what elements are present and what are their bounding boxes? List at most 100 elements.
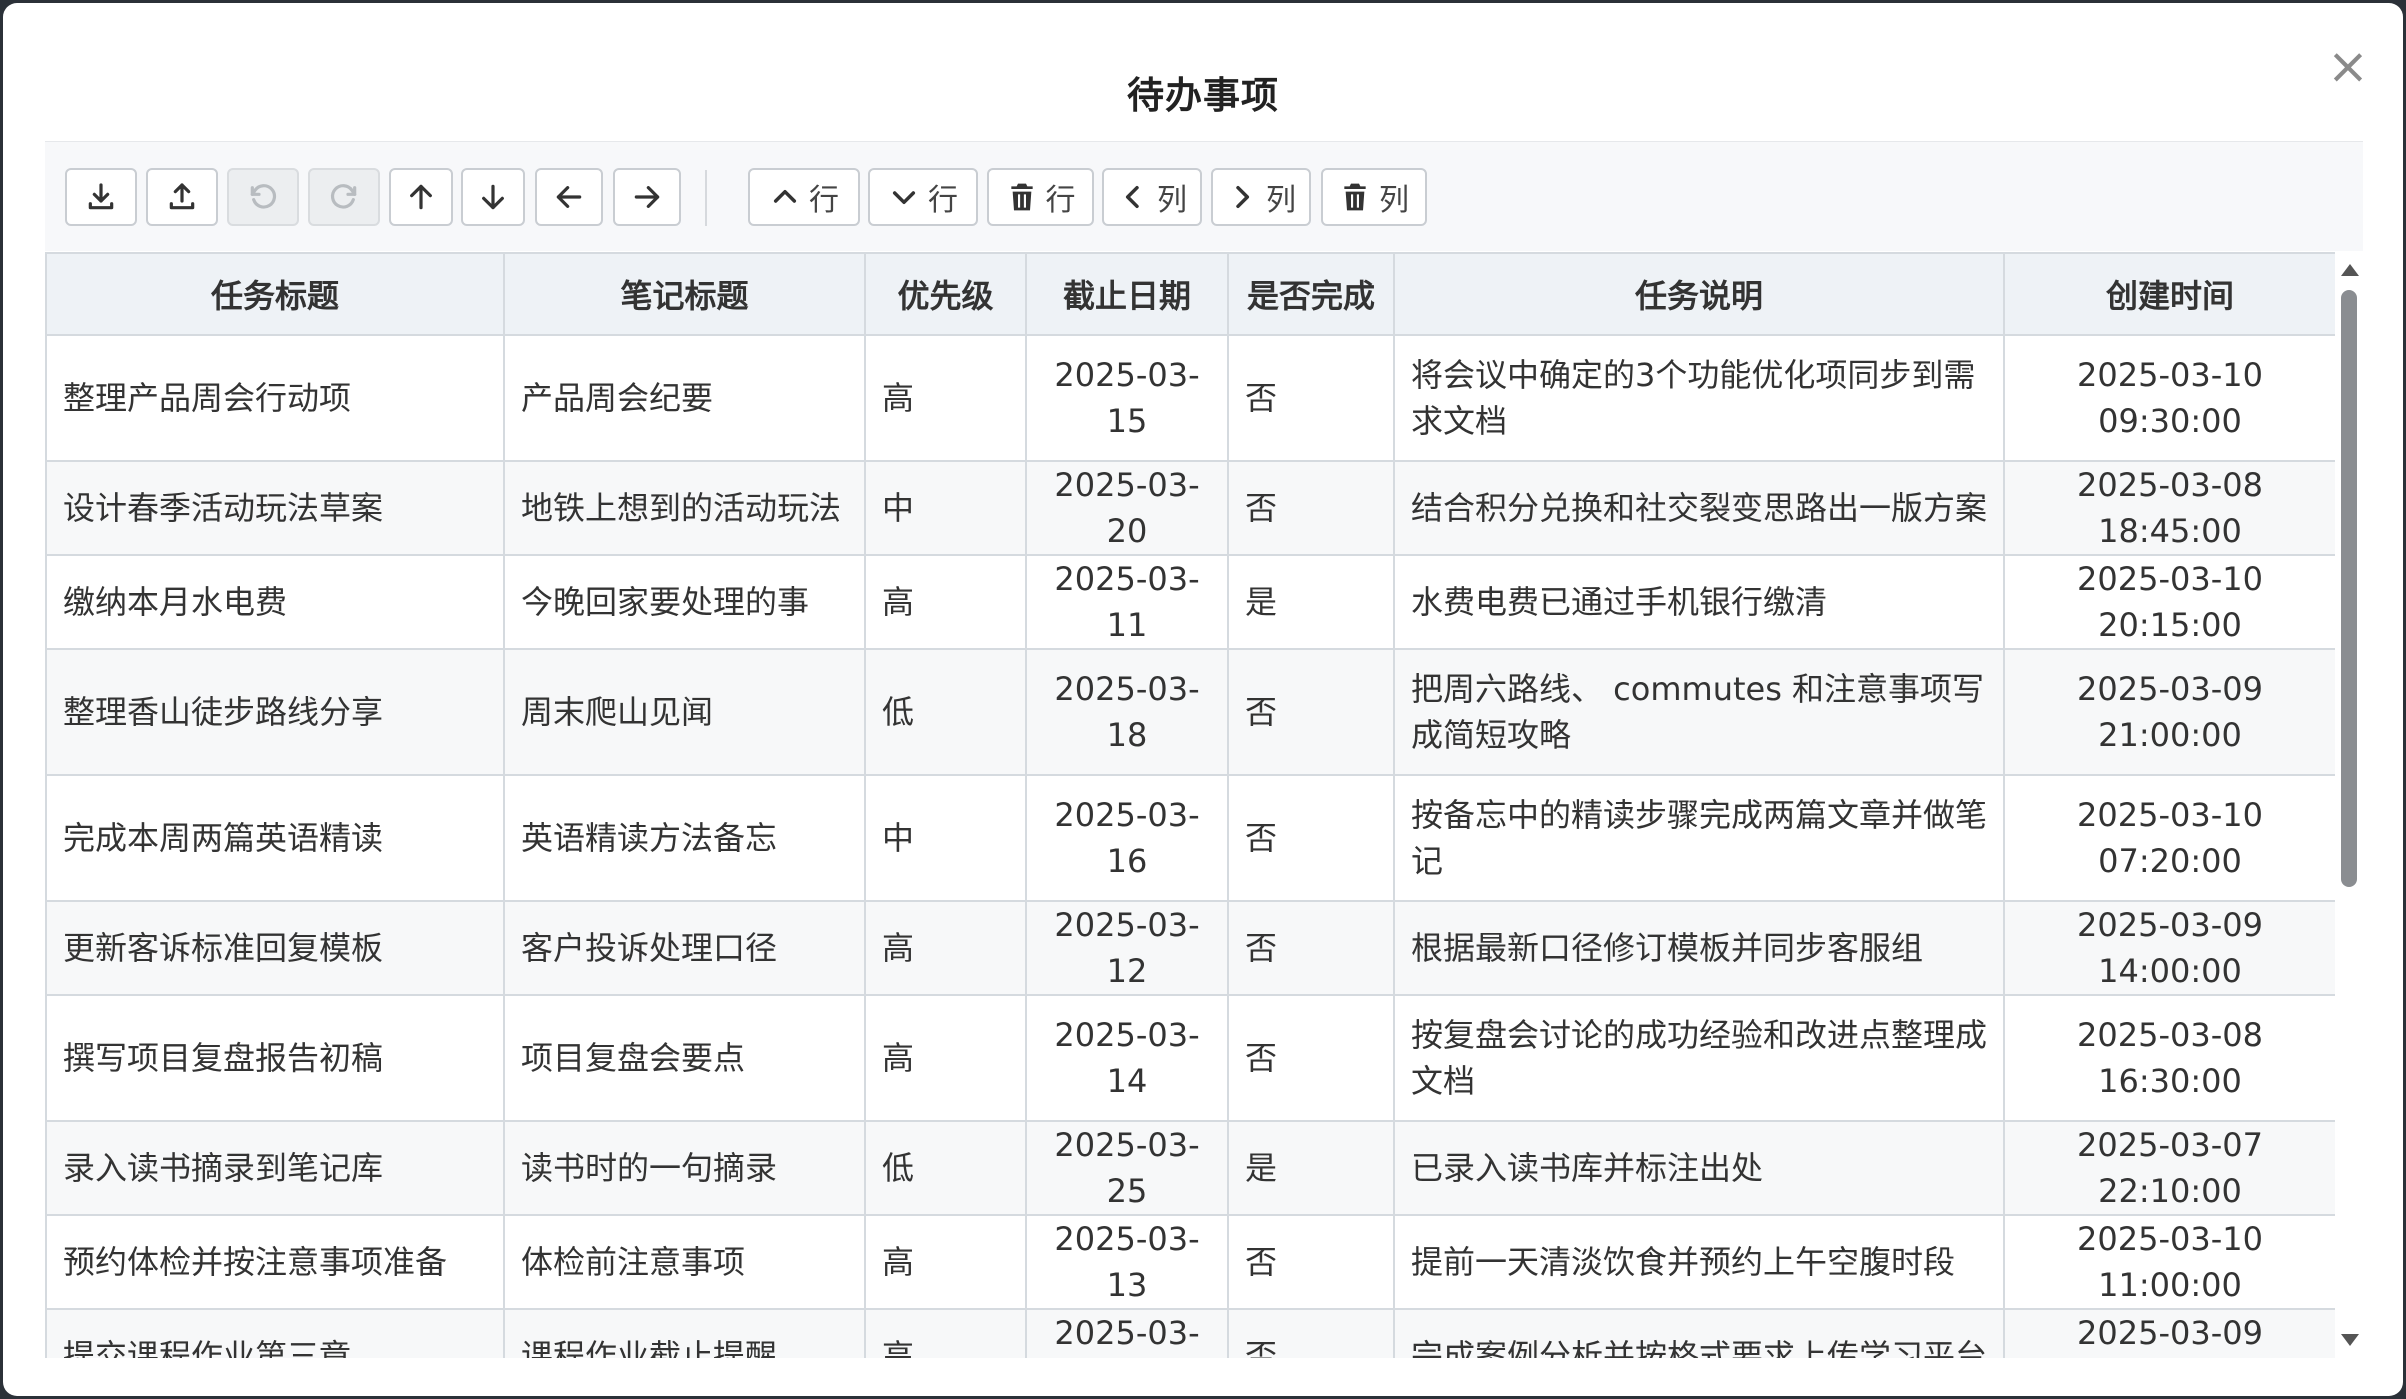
cell-completed[interactable]: 否	[1227, 1308, 1395, 1358]
cell-completed[interactable]: 否	[1227, 900, 1395, 996]
delete-row-button[interactable]: 行	[987, 168, 1094, 226]
cell-created-at[interactable]: 2025-03-10 20:15:00	[2003, 554, 2335, 650]
redo-button[interactable]	[308, 168, 380, 226]
column-header-task-title[interactable]: 任务标题	[45, 252, 505, 336]
close-icon[interactable]: ×	[2323, 41, 2373, 91]
cell-description[interactable]: 把周六路线、 commutes 和注意事项写成简短攻略	[1393, 648, 2005, 776]
cell-completed[interactable]: 否	[1227, 460, 1395, 556]
cell-task-title[interactable]: 更新客诉标准回复模板	[45, 900, 505, 996]
table-row[interactable]: 撰写项目复盘报告初稿 项目复盘会要点高 2025-03-14 否按复盘会讨论的成功经验…	[45, 994, 2335, 1122]
cell-description[interactable]: 按备忘中的精读步骤完成两篇文章并做笔记	[1393, 774, 2005, 902]
cell-note-title[interactable]: 产品周会纪要	[503, 334, 866, 462]
cell-note-title[interactable]: 客户投诉处理口径	[503, 900, 866, 996]
move-up-button[interactable]	[389, 168, 453, 226]
cell-description[interactable]: 根据最新口径修订模板并同步客服组	[1393, 900, 2005, 996]
table-row[interactable]: 完成本周两篇英语精读 英语精读方法备忘中 2025-03-16 否按备忘中的精读步骤完…	[45, 774, 2335, 902]
scroll-down-arrow-icon[interactable]	[2341, 1334, 2359, 1346]
cell-completed[interactable]: 否	[1227, 774, 1395, 902]
column-header-due-date[interactable]: 截止日期	[1025, 252, 1229, 336]
cell-created-at[interactable]: 2025-03-09 08:40:00	[2003, 1308, 2335, 1358]
cell-completed[interactable]: 否	[1227, 648, 1395, 776]
cell-priority[interactable]: 高	[864, 1214, 1027, 1310]
move-right-button[interactable]	[613, 168, 681, 226]
column-header-completed[interactable]: 是否完成	[1227, 252, 1395, 336]
cell-due-date[interactable]: 2025-03-16	[1025, 774, 1229, 902]
insert-row-above-button[interactable]: 行	[748, 168, 860, 226]
cell-task-title[interactable]: 提交课程作业第三章	[45, 1308, 505, 1358]
cell-due-date[interactable]: 2025-03-15	[1025, 334, 1229, 462]
table-row[interactable]: 整理香山徒步路线分享 周末爬山见闻低 2025-03-18 否把周六路线、 commu…	[45, 648, 2335, 776]
column-header-created-at[interactable]: 创建时间	[2003, 252, 2335, 336]
cell-description[interactable]: 按复盘会讨论的成功经验和改进点整理成文档	[1393, 994, 2005, 1122]
cell-task-title[interactable]: 设计春季活动玩法草案	[45, 460, 505, 556]
table-row[interactable]: 缴纳本月水电费 今晚回家要处理的事高 2025-03-11 是水费电费已通过手机银行缴…	[45, 554, 2335, 650]
cell-completed[interactable]: 是	[1227, 1120, 1395, 1216]
cell-priority[interactable]: 高	[864, 900, 1027, 996]
cell-created-at[interactable]: 2025-03-07 22:10:00	[2003, 1120, 2335, 1216]
cell-note-title[interactable]: 读书时的一句摘录	[503, 1120, 866, 1216]
cell-task-title[interactable]: 完成本周两篇英语精读	[45, 774, 505, 902]
cell-due-date[interactable]: 2025-03-14	[1025, 994, 1229, 1122]
scrollbar-thumb[interactable]	[2341, 290, 2357, 887]
column-header-note-title[interactable]: 笔记标题	[503, 252, 866, 336]
cell-completed[interactable]: 否	[1227, 334, 1395, 462]
cell-description[interactable]: 完成案例分析并按格式要求上传学习平台	[1393, 1308, 2005, 1358]
table-row[interactable]: 预约体检并按注意事项准备 体检前注意事项高 2025-03-13 否提前一天清淡饮食并…	[45, 1214, 2335, 1310]
cell-priority[interactable]: 高	[864, 994, 1027, 1122]
cell-note-title[interactable]: 项目复盘会要点	[503, 994, 866, 1122]
delete-col-button[interactable]: 列	[1321, 168, 1427, 226]
move-down-button[interactable]	[461, 168, 525, 226]
cell-task-title[interactable]: 录入读书摘录到笔记库	[45, 1120, 505, 1216]
cell-priority[interactable]: 高	[864, 1308, 1027, 1358]
vertical-scrollbar[interactable]	[2335, 252, 2363, 1358]
cell-created-at[interactable]: 2025-03-10 07:20:00	[2003, 774, 2335, 902]
cell-priority[interactable]: 中	[864, 460, 1027, 556]
insert-col-left-button[interactable]: 列	[1102, 168, 1202, 226]
cell-created-at[interactable]: 2025-03-09 21:00:00	[2003, 648, 2335, 776]
cell-description[interactable]: 结合积分兑换和社交裂变思路出一版方案	[1393, 460, 2005, 556]
cell-due-date[interactable]: 2025-03-13	[1025, 1214, 1229, 1310]
cell-description[interactable]: 将会议中确定的3个功能优化项同步到需求文档	[1393, 334, 2005, 462]
cell-due-date[interactable]: 2025-03-25	[1025, 1120, 1229, 1216]
cell-due-date[interactable]: 2025-03-18	[1025, 648, 1229, 776]
scroll-up-arrow-icon[interactable]	[2341, 264, 2359, 276]
upload-button[interactable]	[146, 168, 218, 226]
cell-due-date[interactable]: 2025-03-12	[1025, 900, 1229, 996]
cell-task-title[interactable]: 预约体检并按注意事项准备	[45, 1214, 505, 1310]
table-row[interactable]: 录入读书摘录到笔记库 读书时的一句摘录低 2025-03-25 是已录入读书库并标注出…	[45, 1120, 2335, 1216]
move-left-button[interactable]	[535, 168, 603, 226]
cell-note-title[interactable]: 周末爬山见闻	[503, 648, 866, 776]
cell-completed[interactable]: 是	[1227, 554, 1395, 650]
cell-priority[interactable]: 低	[864, 1120, 1027, 1216]
cell-completed[interactable]: 否	[1227, 994, 1395, 1122]
cell-priority[interactable]: 低	[864, 648, 1027, 776]
cell-description[interactable]: 提前一天清淡饮食并预约上午空腹时段	[1393, 1214, 2005, 1310]
cell-note-title[interactable]: 课程作业截止提醒	[503, 1308, 866, 1358]
cell-task-title[interactable]: 整理产品周会行动项	[45, 334, 505, 462]
cell-note-title[interactable]: 地铁上想到的活动玩法	[503, 460, 866, 556]
cell-priority[interactable]: 高	[864, 334, 1027, 462]
insert-col-right-button[interactable]: 列	[1211, 168, 1311, 226]
cell-due-date[interactable]: 2025-03-17	[1025, 1308, 1229, 1358]
insert-row-below-button[interactable]: 行	[868, 168, 978, 226]
cell-note-title[interactable]: 体检前注意事项	[503, 1214, 866, 1310]
cell-task-title[interactable]: 整理香山徒步路线分享	[45, 648, 505, 776]
table-row[interactable]: 整理产品周会行动项 产品周会纪要高 2025-03-15 否将会议中确定的3个功能优化…	[45, 334, 2335, 462]
cell-priority[interactable]: 高	[864, 554, 1027, 650]
cell-description[interactable]: 已录入读书库并标注出处	[1393, 1120, 2005, 1216]
cell-note-title[interactable]: 今晚回家要处理的事	[503, 554, 866, 650]
cell-created-at[interactable]: 2025-03-10 09:30:00	[2003, 334, 2335, 462]
cell-created-at[interactable]: 2025-03-08 18:45:00	[2003, 460, 2335, 556]
undo-button[interactable]	[227, 168, 299, 226]
table-row[interactable]: 设计春季活动玩法草案 地铁上想到的活动玩法中 2025-03-20 否结合积分兑换和社…	[45, 460, 2335, 556]
cell-description[interactable]: 水费电费已通过手机银行缴清	[1393, 554, 2005, 650]
cell-completed[interactable]: 否	[1227, 1214, 1395, 1310]
cell-due-date[interactable]: 2025-03-20	[1025, 460, 1229, 556]
table-row[interactable]: 提交课程作业第三章课程作业截止提醒高2025-03-17否完成案例分析并按格式要…	[45, 1308, 2335, 1358]
cell-created-at[interactable]: 2025-03-08 16:30:00	[2003, 994, 2335, 1122]
column-header-description[interactable]: 任务说明	[1393, 252, 2005, 336]
cell-due-date[interactable]: 2025-03-11	[1025, 554, 1229, 650]
cell-priority[interactable]: 中	[864, 774, 1027, 902]
table-row[interactable]: 更新客诉标准回复模板 客户投诉处理口径高 2025-03-12 否根据最新口径修订模板…	[45, 900, 2335, 996]
column-header-priority[interactable]: 优先级	[864, 252, 1027, 336]
